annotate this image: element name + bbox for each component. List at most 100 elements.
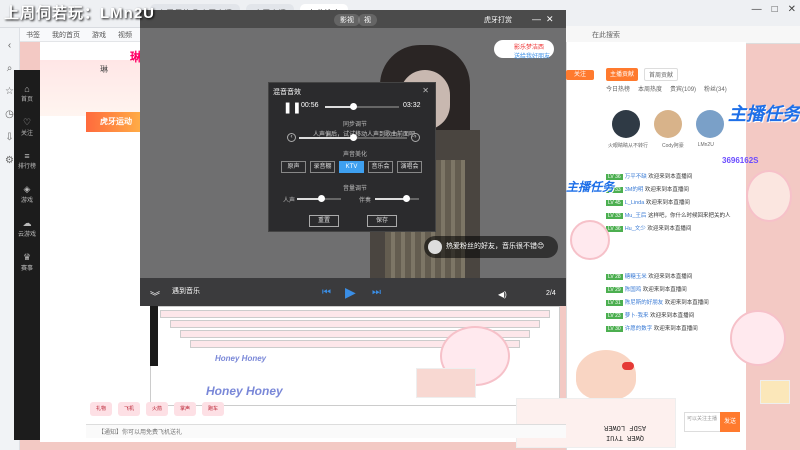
voice-knob[interactable]	[318, 195, 326, 202]
close-icon[interactable]: ✕	[422, 86, 429, 95]
honey-text-large: Honey Honey	[206, 384, 283, 398]
tab-contribution[interactable]: 主播贡献	[606, 68, 639, 81]
video-source-label: 遇到音乐	[172, 288, 200, 295]
avatar[interactable]	[654, 110, 682, 138]
fan-tabs: 今日热榜 本周热度 贵宾(109) 粉丝(34)	[606, 84, 727, 93]
minimize-icon[interactable]: —	[532, 14, 541, 24]
bookmark-item[interactable]: 游戏	[92, 30, 106, 40]
rank-avatars	[612, 110, 724, 138]
heart-icon: ♡	[22, 117, 32, 127]
chat-tabs: 主播贡献 首周贡献	[606, 68, 679, 81]
stream-watermark: 上周伺若玩：LMn2U	[4, 5, 155, 22]
comment-popup: 热爱粉丝的好友，音乐很不错😊	[424, 236, 558, 258]
avatar[interactable]	[612, 110, 640, 138]
trophy-icon: ♛	[22, 252, 32, 262]
effect-live[interactable]: 演唱会	[397, 161, 422, 173]
chat-message: LV 33 3M的明 欢迎来到本直播间	[606, 187, 689, 193]
keyboard-sticker	[516, 398, 676, 448]
play-icon[interactable]: ▶	[345, 284, 356, 301]
next-icon[interactable]: ⏭	[372, 287, 381, 298]
page-indicator: 2/4	[546, 290, 556, 297]
avatar[interactable]	[696, 110, 724, 138]
prev-icon[interactable]: ⏮	[322, 287, 331, 298]
nav-item-event[interactable]: ♛ 赛事	[14, 252, 40, 272]
nav-item-follow[interactable]: ♡ 关注	[14, 117, 40, 137]
chat-message: LV 23 萝卜·我来 欢迎来到本直播间	[606, 313, 695, 319]
close-icon[interactable]: ✕	[546, 14, 554, 25]
video-tab[interactable]: 影视	[334, 14, 360, 26]
progress-knob[interactable]	[350, 103, 358, 110]
comment-text: 热爱粉丝的好友，音乐很不错😊	[446, 243, 545, 250]
effect-buttons: 原声 录音棚 KTV 音乐会 演唱会	[281, 161, 422, 173]
sync-label: 同步调节	[343, 122, 368, 128]
effect-original[interactable]: 原声	[281, 161, 306, 173]
keyboard-text: ASDF LOWER	[604, 424, 647, 432]
effect-studio[interactable]: 录音棚	[310, 161, 335, 173]
voice-label: 人声	[283, 198, 296, 204]
reset-button[interactable]: 重置	[309, 215, 339, 227]
video-tab[interactable]: 视	[358, 14, 377, 26]
nav-item-home[interactable]: ⌂ 首页	[14, 84, 40, 103]
close-icon[interactable]: ✕	[788, 4, 796, 15]
volume-icon[interactable]: ◀)	[498, 290, 507, 299]
search-placeholder[interactable]: 在此搜索	[592, 30, 620, 40]
accomp-slider[interactable]	[375, 198, 419, 200]
ad-banner[interactable]: 虎牙运动	[86, 112, 146, 132]
gift-item[interactable]: 火箭	[146, 402, 168, 416]
video-top-right[interactable]: 虎牙打赏	[484, 15, 512, 25]
tab-weekly[interactable]: 本周热度	[638, 84, 662, 93]
effect-ktv[interactable]: KTV	[339, 161, 364, 173]
nav-item-game[interactable]: ◈ 游戏	[14, 184, 40, 204]
gift-item[interactable]: 掌声	[174, 402, 196, 416]
chat-message: LV 28 糖糖玉米 欢迎来到本直播间	[606, 274, 693, 280]
bow-icon	[622, 362, 634, 370]
volume-label: 音量调节	[343, 186, 368, 192]
accomp-knob[interactable]	[402, 195, 410, 202]
nav-item-rank[interactable]: ≡ 排行榜	[14, 151, 40, 170]
save-button[interactable]: 保存	[367, 215, 397, 227]
effect-concert[interactable]: 音乐会	[368, 161, 393, 173]
chat-message: LV 36 万平不缺 欢迎来到本直播间	[606, 174, 693, 180]
donate-line: 影乐梦洁西	[514, 45, 545, 51]
left-arrow-icon[interactable]: ‹	[287, 133, 296, 142]
rank-name: Cody阿豪	[662, 143, 684, 149]
chat-message: LV 31 陈尼斯的好朋友 欢迎来到本直播间	[606, 300, 709, 306]
accomp-label: 伴奏	[359, 198, 372, 204]
collapse-icon[interactable]: ︾	[150, 288, 160, 303]
paw-sticker	[416, 368, 476, 398]
chat-message: LV 30 许愿的数字 欢迎来到本直播间	[606, 326, 698, 332]
sync-knob[interactable]	[350, 134, 357, 141]
bunny-sticker	[730, 310, 786, 366]
progress-track[interactable]	[325, 106, 399, 108]
tab-week[interactable]: 首周贡献	[644, 68, 679, 81]
tab-fans[interactable]: 粉丝(34)	[704, 84, 727, 93]
gift-item[interactable]: 跑车	[202, 402, 224, 416]
bookmark-item[interactable]: 书签	[26, 30, 40, 40]
gift-item[interactable]: 飞机	[118, 402, 140, 416]
donate-line: 送给我好朋友	[514, 54, 551, 60]
gift-item[interactable]: 礼物	[90, 402, 112, 416]
maximize-icon[interactable]: □	[772, 4, 778, 15]
bookmark-item[interactable]: 视频	[118, 30, 132, 40]
gamepad-icon: ◈	[23, 184, 31, 194]
minimize-icon[interactable]: —	[752, 4, 762, 15]
follow-button[interactable]: 关注	[566, 70, 594, 80]
chat-message: LV 29 陈国鸡 欢迎来到本直播间	[606, 287, 687, 293]
bookmark-item[interactable]: 我的首页	[52, 30, 80, 40]
pause-icon[interactable]: ❚❚	[283, 101, 301, 114]
rank-icon: ≡	[24, 151, 30, 161]
right-arrow-icon[interactable]: ›	[411, 133, 420, 142]
home-icon: ⌂	[24, 84, 30, 94]
keyboard-text: QWER TYUI	[606, 434, 644, 442]
nav-item-cloud[interactable]: ☁ 云游戏	[14, 218, 40, 238]
trophy-sticker	[760, 380, 790, 404]
nested-sidebar	[150, 306, 158, 366]
total-time: 03:32	[403, 102, 421, 109]
rank-names: 火眼睛睛从不转行 Cody阿豪 LMn2U	[608, 142, 714, 149]
back-icon[interactable]: ‹	[0, 40, 19, 51]
donate-card[interactable]: 影乐梦洁西 送给我好朋友	[494, 40, 554, 60]
send-button[interactable]: 发送	[720, 412, 740, 432]
anchor-name: 琳	[100, 65, 108, 74]
tab-today[interactable]: 今日热榜	[606, 84, 630, 93]
tab-vip[interactable]: 贵宾(109)	[670, 84, 696, 93]
